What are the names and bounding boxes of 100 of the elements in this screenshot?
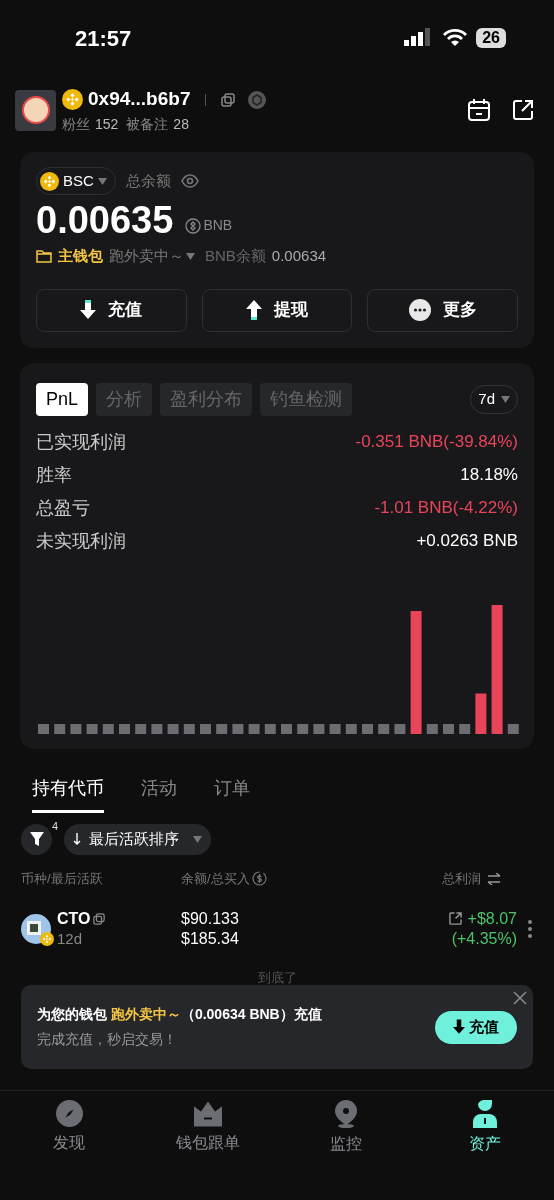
profit-value: +$8.07	[467, 908, 517, 929]
external-link-icon[interactable]	[448, 912, 462, 925]
chart-bar	[507, 723, 519, 734]
banner-subtitle: 完成充值，秒启交易！	[37, 1030, 178, 1049]
chart-bar	[459, 723, 471, 734]
bnb-coin-icon	[40, 931, 54, 946]
chart-bar	[378, 723, 390, 734]
stat-label: 已实现利润	[36, 430, 126, 454]
status-time: 21:57	[75, 24, 132, 53]
chart-bar	[443, 723, 454, 734]
stat-label: 未实现利润	[36, 529, 126, 553]
token-age: 12d	[57, 928, 84, 949]
calendar-icon[interactable]	[467, 98, 491, 122]
chart-bar	[135, 723, 147, 734]
profit-percent: (+4.35%)	[451, 928, 517, 949]
holdings-tab[interactable]: 订单	[214, 774, 250, 813]
chain-icon[interactable]	[248, 90, 267, 109]
stat-label: 胜率	[36, 463, 72, 487]
token-balance: $90.133	[181, 908, 239, 929]
chart-bar	[38, 723, 49, 734]
chart-bar	[281, 723, 292, 734]
balance-amount: 0.00635	[36, 198, 174, 243]
location-pin-icon	[334, 1100, 359, 1128]
stat-value: -1.01 BNB(-4.22%)	[374, 497, 518, 520]
avatar[interactable]	[15, 89, 56, 131]
sort-arrow-icon	[73, 833, 81, 845]
chart-bar	[394, 723, 406, 734]
bnb-outline-icon	[185, 217, 202, 234]
followers-count: 152	[95, 114, 119, 134]
chart-bar	[329, 723, 341, 734]
bnb-coin-icon	[40, 171, 59, 191]
token-symbol: CTO	[57, 908, 91, 929]
notes-count: 28	[173, 114, 189, 134]
stat-value: -0.351 BNB(-39.84%)	[355, 431, 518, 454]
nav-tab[interactable]: 钱包跟单	[138, 1100, 277, 1156]
chart-bar	[248, 723, 260, 734]
followers-label: 粉丝	[62, 114, 90, 134]
holdings-tab[interactable]: 活动	[141, 774, 177, 813]
chart-bar	[200, 723, 211, 734]
banner-title: 为您的钱包 跑外卖中～（0.00634 BNB）充值	[37, 1005, 322, 1024]
caret-icon	[97, 177, 107, 185]
folder-icon	[36, 249, 52, 264]
nav-tab[interactable]: 发现	[0, 1100, 139, 1156]
bnb-coin-icon	[62, 89, 83, 110]
holdings-tab[interactable]: 持有代币	[32, 774, 104, 813]
eye-icon[interactable]	[180, 174, 199, 188]
wallet-address: 0x94...b6b7	[88, 87, 191, 112]
swap-icon[interactable]	[487, 872, 501, 885]
crown-icon	[193, 1100, 222, 1127]
withdraw-button[interactable]: 提现	[201, 288, 353, 332]
caret-icon	[501, 395, 510, 403]
sort-dropdown[interactable]: 最后活跃排序	[64, 823, 211, 855]
chart-bar	[313, 723, 325, 734]
filter-button[interactable]	[21, 823, 52, 855]
arrow-down-icon	[453, 1019, 465, 1035]
deposit-button[interactable]: 充值	[36, 288, 187, 332]
stat-value: +0.0263 BNB	[416, 530, 518, 553]
chart-bar	[119, 723, 130, 734]
chart-bar	[216, 723, 228, 734]
deposit-button[interactable]: 充值	[435, 1010, 517, 1044]
chart-bar	[70, 723, 82, 734]
compass-icon	[55, 1100, 83, 1127]
more-icon	[408, 299, 431, 321]
column-header: 币种/最后活跃	[21, 869, 104, 888]
chart-bar	[362, 723, 373, 734]
share-icon[interactable]	[511, 98, 535, 122]
nav-tab[interactable]: 监控	[277, 1100, 416, 1156]
chart-bar	[264, 723, 276, 734]
bnb-balance-value: 0.00634	[271, 246, 327, 266]
chart-bar	[86, 723, 98, 734]
chart-bar	[232, 723, 244, 734]
arrow-up-icon	[246, 300, 262, 320]
chart-bar	[475, 693, 487, 734]
chart-bar	[426, 723, 438, 734]
balance-unit: BNB	[203, 216, 233, 235]
copy-icon[interactable]	[93, 912, 106, 925]
total-label: 总余额	[125, 170, 171, 191]
more-vertical-icon[interactable]	[527, 918, 533, 939]
bnb-balance-label: BNB余额	[205, 246, 266, 266]
caret-icon	[186, 252, 195, 260]
close-icon[interactable]	[513, 991, 527, 1005]
chart-bar	[54, 723, 66, 734]
nav-tab[interactable]: 资产	[415, 1100, 554, 1156]
battery-level: 26	[476, 28, 506, 48]
caret-icon	[193, 835, 202, 843]
dollar-swap-icon[interactable]	[251, 871, 267, 886]
wifi-icon	[442, 28, 469, 48]
chart-bar	[167, 723, 179, 734]
column-header: 总利润	[442, 869, 481, 888]
end-of-list-text: 到底了	[257, 968, 297, 987]
chart-bar	[183, 723, 195, 734]
copy-icon[interactable]	[221, 92, 236, 107]
notes-label: 被备注	[126, 114, 169, 134]
chart-bar	[151, 723, 163, 734]
wallet-label: 主钱包	[58, 246, 103, 266]
chart-bar	[345, 723, 357, 734]
more-button[interactable]: 更多	[367, 288, 518, 332]
pnl-tab[interactable]: PnL	[36, 382, 89, 416]
wallet-selector[interactable]: 跑外卖中～	[109, 245, 195, 268]
stat-label: 总盈亏	[36, 496, 90, 520]
